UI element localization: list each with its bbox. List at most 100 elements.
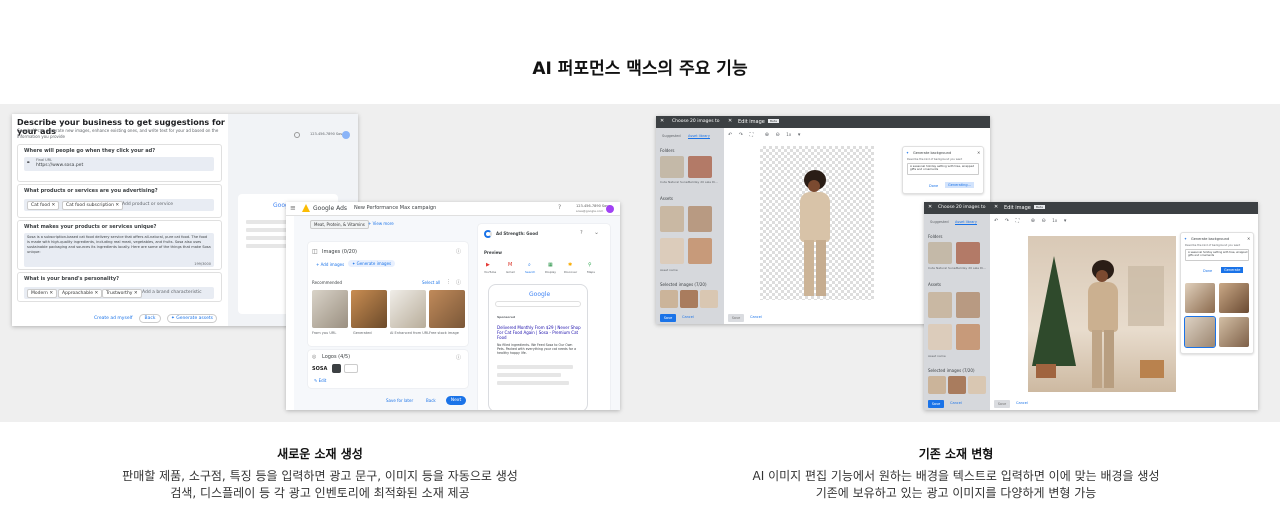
crop-icon[interactable]: ⛶ [1016,218,1020,224]
maps-icon[interactable]: ⚲ [588,262,592,268]
tab-suggested[interactable]: Suggested [662,134,681,138]
back-button[interactable]: Back [139,314,161,323]
logo-thumb-dark[interactable] [332,364,341,373]
done-button[interactable]: Done [929,184,938,188]
asset-thumb[interactable] [688,206,712,232]
variation-thumb[interactable] [1219,283,1249,313]
asset-thumb[interactable] [660,238,684,264]
selected-thumb[interactable] [968,376,986,394]
chip-trustworthy[interactable]: Trustworthy ✕ [102,289,142,298]
next-button[interactable]: Next [446,396,466,405]
thumb-from-url[interactable] [312,290,348,328]
close-icon[interactable]: ✕ [977,150,980,155]
info-icon[interactable]: ⓘ [456,248,461,255]
selected-thumb[interactable] [928,376,946,394]
ad-headline[interactable]: Delivered Monthly From $29 | Never Shop … [497,325,581,340]
generating-button[interactable]: Generating... [945,182,974,188]
save-button[interactable]: Save [994,400,1010,408]
cancel-button[interactable]: Cancel [682,315,694,319]
discover-icon[interactable]: ✱ [568,262,572,268]
view-more-link[interactable]: + View more [368,221,394,226]
tab-discover[interactable]: Discover [564,270,577,274]
tab-maps[interactable]: Maps [587,270,595,274]
generate-assets-button[interactable]: ✦ Generate assets [167,314,217,323]
selected-thumb[interactable] [948,376,966,394]
asset-thumb[interactable] [956,324,980,350]
asset-thumb[interactable] [660,206,684,232]
close-icon[interactable]: ✕ [994,204,998,210]
thumb-ai-enhanced[interactable] [390,290,426,328]
tab-asset-library[interactable]: Asset library [955,220,977,225]
tab-display[interactable]: Display [545,270,556,274]
chevron-down-icon[interactable]: ▾ [1064,218,1067,224]
help-icon[interactable]: ? [580,230,583,236]
generate-button[interactable]: Generate [1221,267,1244,273]
asset-thumb[interactable] [956,292,980,318]
variation-thumb[interactable] [1185,283,1215,313]
edit-link[interactable]: ✎ Edit [314,378,326,383]
asset-thumb[interactable] [928,324,952,350]
help-icon[interactable] [294,132,300,138]
chip-modern[interactable]: Modern ✕ [27,289,58,298]
cancel-button[interactable]: Cancel [750,315,762,319]
transparent-canvas[interactable] [760,146,874,300]
menu-icon[interactable]: ≡ [290,204,296,212]
cancel-button[interactable]: Cancel [1016,401,1028,405]
done-button[interactable]: Done [1203,269,1212,273]
personality-input[interactable]: Modern ✕ Approachable ✕ Trustworthy ✕ Ad… [24,287,214,299]
asset-thumb[interactable] [688,238,712,264]
display-icon[interactable]: ▦ [548,262,553,268]
tab-gmail[interactable]: Gmail [506,270,515,274]
tab-search[interactable]: Search [525,270,535,274]
save-button[interactable]: Save [928,400,944,408]
background-prompt-input[interactable]: A seasonal holiday setting with tree, wr… [1185,249,1249,261]
zoom-in-icon[interactable]: ⊕ [765,132,769,138]
cancel-button[interactable]: Cancel [950,401,962,405]
thumb-generated[interactable] [351,290,387,328]
asset-thumb[interactable] [928,292,952,318]
logo-thumb-light[interactable] [344,364,358,373]
avatar[interactable] [606,205,614,213]
final-url-field[interactable]: ⚭ Final URL https://www.sosa.pet [24,157,214,171]
add-images-button[interactable]: + Add images [316,262,344,267]
background-prompt-input[interactable]: A seasonal holiday setting with tree, wr… [907,163,979,175]
back-button[interactable]: Back [426,398,436,403]
variation-thumb[interactable] [1219,317,1249,347]
selected-thumb[interactable] [660,290,678,308]
info-icon[interactable]: ⓘ [456,279,461,286]
help-icon[interactable]: ? [558,204,561,211]
select-all-link[interactable]: Select all [422,280,440,285]
close-icon[interactable]: ✕ [660,118,664,124]
selected-thumb[interactable] [700,290,718,308]
chip-approachable[interactable]: Approachable ✕ [58,289,103,298]
unique-textarea[interactable]: Sosa is a subscription-based cat food de… [24,233,214,267]
thumb-free-stock[interactable] [429,290,465,328]
tab-suggested[interactable]: Suggested [930,220,949,224]
more-icon[interactable]: ⋮ [446,279,451,285]
redo-icon[interactable]: ↷ [739,132,743,138]
holiday-image-canvas[interactable] [1028,236,1176,392]
folder-thumb[interactable] [688,156,712,178]
products-input[interactable]: Cat food ✕ Cat food subscription ✕ Add p… [24,199,214,211]
tab-youtube[interactable]: YouTube [484,270,496,274]
variation-thumb-selected[interactable] [1184,316,1216,348]
save-for-later-button[interactable]: Save for later [386,398,413,403]
save-button[interactable]: Save [660,314,676,322]
zoom-out-icon[interactable]: ⊖ [776,132,780,138]
avatar[interactable] [342,131,350,139]
zoom-out-icon[interactable]: ⊖ [1042,218,1046,224]
info-icon[interactable]: ⓘ [456,354,461,361]
redo-icon[interactable]: ↷ [1005,218,1009,224]
folder-thumb[interactable] [956,242,980,264]
gmail-icon[interactable]: M [508,262,512,268]
close-icon[interactable]: ✕ [1247,236,1250,241]
youtube-icon[interactable]: ▶ [486,262,490,268]
zoom-in-icon[interactable]: ⊕ [1031,218,1035,224]
tab-asset-library[interactable]: Asset library [688,134,710,139]
close-icon[interactable]: ✕ [728,118,732,124]
undo-icon[interactable]: ↶ [994,218,998,224]
crop-icon[interactable]: ⛶ [750,132,754,138]
close-icon[interactable]: ✕ [928,204,932,210]
audience-chip[interactable]: Meat, Protein, & Vitamins [310,220,369,229]
selected-thumb[interactable] [680,290,698,308]
